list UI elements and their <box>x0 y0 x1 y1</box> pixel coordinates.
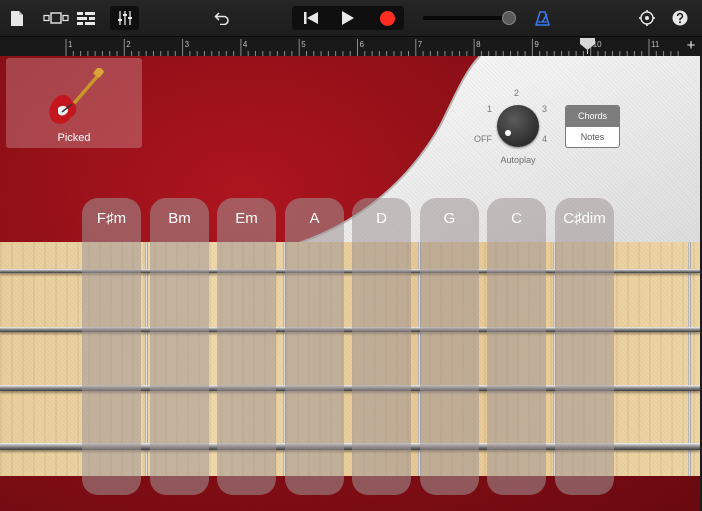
chord-label: C <box>511 210 522 227</box>
settings-icon[interactable] <box>636 6 658 30</box>
bar-number: 11 <box>651 40 660 49</box>
autoplay-knob[interactable] <box>497 105 539 147</box>
bar-number: 8 <box>476 40 481 49</box>
play-icon[interactable] <box>333 6 363 30</box>
bass-guitar-icon <box>49 68 104 124</box>
chord-strip-b-minor[interactable]: Bm <box>150 198 209 495</box>
chords-mode-button[interactable]: Chords <box>566 106 619 127</box>
chord-label: F♯m <box>96 210 127 227</box>
autoplay-position-1: 1 <box>487 104 493 114</box>
chord-strip-c-sharp-dim[interactable]: C♯dim <box>555 198 614 495</box>
chord-label: D <box>376 210 387 227</box>
undo-icon[interactable] <box>210 6 234 30</box>
autoplay-position-4: 4 <box>542 134 548 144</box>
bar-number: 2 <box>126 40 131 49</box>
autoplay-position-3: 3 <box>542 104 548 114</box>
instrument-selector[interactable]: Picked <box>6 58 142 148</box>
timeline-ruler[interactable]: 1 2 3 4 5 6 7 8 9 10 11 <box>0 36 702 56</box>
fret <box>688 242 691 476</box>
chord-strip-c[interactable]: C <box>487 198 546 495</box>
chord-strip-g[interactable]: G <box>420 198 479 495</box>
instrument-name: Picked <box>57 132 91 144</box>
bar-number: 7 <box>417 40 423 49</box>
chord-strip-e-minor[interactable]: Em <box>217 198 276 495</box>
chord-strip-d[interactable]: D <box>352 198 411 495</box>
chord-strip-f-sharp-minor[interactable]: F♯m <box>82 198 141 495</box>
autoplay-label: Autoplay <box>500 155 536 165</box>
metronome-icon[interactable] <box>531 6 553 30</box>
bar-number: 6 <box>359 40 364 49</box>
chord-label: C♯dim <box>563 210 606 227</box>
record-dot <box>379 10 395 26</box>
chord-label: G <box>443 210 456 227</box>
tracks-view-icon[interactable] <box>74 6 98 30</box>
mixer-icon <box>110 6 139 30</box>
bar-number: 5 <box>301 40 306 49</box>
bar-number: 1 <box>68 40 73 49</box>
control-bar <box>0 0 702 36</box>
rewind-to-start-icon[interactable] <box>296 6 326 30</box>
bar-number: 4 <box>242 40 248 49</box>
bar-number: 3 <box>184 40 190 49</box>
mixer-button[interactable] <box>110 6 139 30</box>
document-icon[interactable] <box>6 6 28 30</box>
autoplay-knob-indicator <box>505 130 511 136</box>
chord-strip-a[interactable]: A <box>285 198 344 495</box>
bar-number: 9 <box>534 40 539 49</box>
autoplay-position-2: 2 <box>514 88 520 98</box>
chord-label: A <box>309 210 320 227</box>
fret <box>145 242 148 476</box>
chord-label: Em <box>235 210 258 227</box>
help-icon[interactable] <box>669 6 691 30</box>
master-volume-slider[interactable] <box>423 16 513 20</box>
view-toggle-icon[interactable] <box>41 6 71 30</box>
notes-mode-button[interactable]: Notes <box>566 127 619 147</box>
chord-label: Bm <box>168 210 191 227</box>
autoplay-position-off: OFF <box>474 134 492 144</box>
record-icon[interactable] <box>372 6 402 30</box>
add-section-button[interactable]: + <box>683 37 699 55</box>
transport-controls <box>292 6 404 30</box>
chords-notes-toggle: Chords Notes <box>565 105 620 148</box>
master-volume-knob[interactable] <box>502 11 517 25</box>
playhead[interactable] <box>580 38 595 54</box>
